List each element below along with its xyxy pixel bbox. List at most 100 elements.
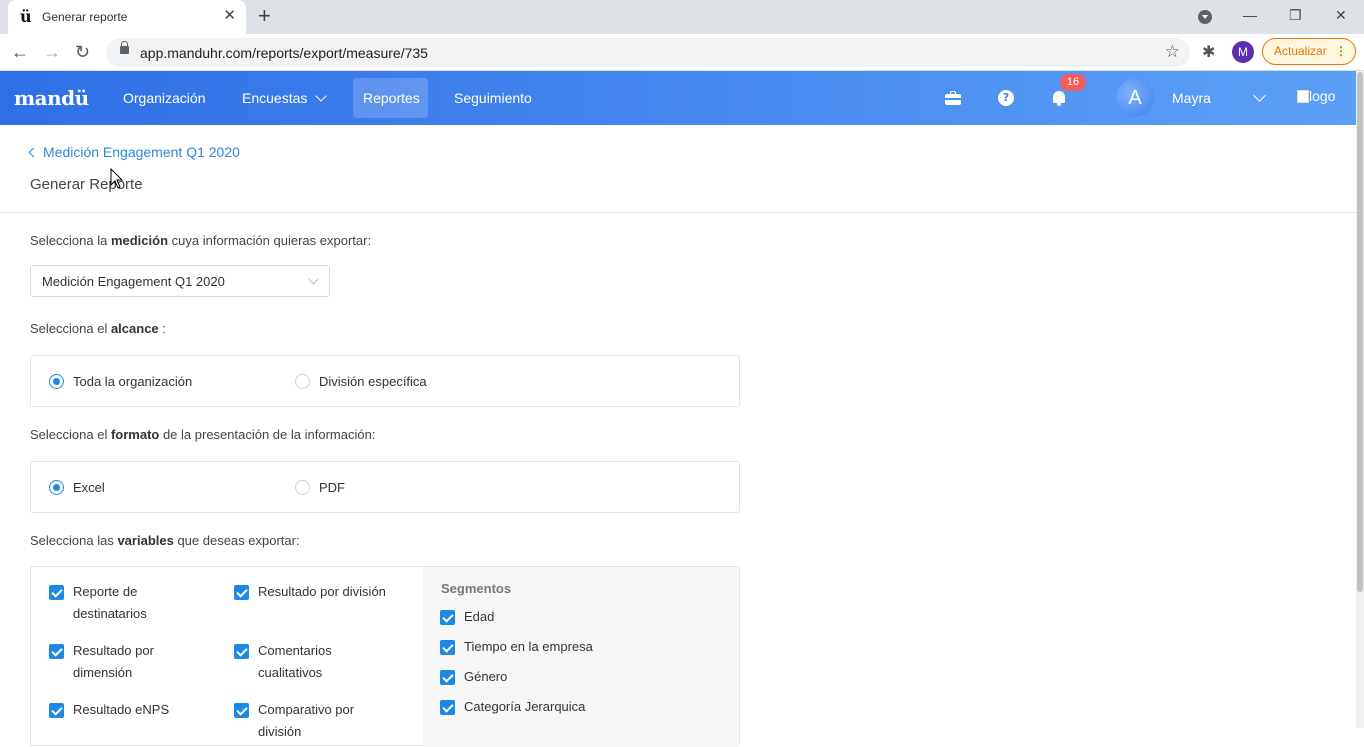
checkbox-checked-icon bbox=[234, 585, 249, 600]
more-icon: ⋮ bbox=[1335, 44, 1347, 58]
checkbox-label: Género bbox=[464, 669, 508, 684]
browser-tab-bar: ü Generar reporte ✕ + — ❐ ✕ bbox=[0, 0, 1364, 34]
variables-label: Selecciona las variables que deseas expo… bbox=[30, 533, 300, 548]
update-button-label: Actualizar bbox=[1274, 44, 1327, 58]
back-link[interactable]: Medición Engagement Q1 2020 bbox=[28, 144, 240, 160]
radio-label: División específica bbox=[319, 374, 427, 389]
checkbox-label: Reporte de destinatarios bbox=[73, 584, 147, 621]
nav-organizacion[interactable]: Organización bbox=[113, 78, 216, 118]
nav-encuestas[interactable]: Encuestas bbox=[232, 78, 335, 118]
browser-profile-avatar[interactable]: M bbox=[1232, 41, 1254, 63]
checkbox-checked-icon bbox=[49, 585, 64, 600]
label-text: : bbox=[158, 321, 166, 336]
checkbox-label: Categoría Jerarquica bbox=[464, 699, 586, 714]
nav-label: Organización bbox=[123, 90, 206, 106]
checkbox-checked-icon bbox=[49, 644, 64, 659]
brand-logo[interactable]: mandü bbox=[14, 86, 89, 110]
chevron-left-icon bbox=[28, 147, 39, 158]
url-field[interactable]: app.manduhr.com/reports/export/measure/7… bbox=[106, 38, 1190, 67]
nav-label: Reportes bbox=[363, 90, 420, 106]
format-options: Excel PDF bbox=[30, 461, 740, 513]
checkbox-label: Comparativo por división bbox=[258, 702, 355, 739]
radio-checked-icon bbox=[49, 374, 64, 389]
help-icon[interactable]: ? bbox=[998, 90, 1014, 106]
minimize-icon[interactable]: — bbox=[1243, 6, 1257, 24]
tab-search-icon[interactable] bbox=[1198, 10, 1212, 24]
checkbox-checked-icon bbox=[440, 670, 455, 685]
chevron-down-icon bbox=[308, 274, 319, 285]
bell-icon[interactable] bbox=[1051, 90, 1067, 106]
forward-arrow-icon[interactable]: → bbox=[43, 42, 61, 62]
radio-label: Excel bbox=[73, 480, 105, 495]
measure-select[interactable]: Medición Engagement Q1 2020 bbox=[30, 265, 330, 297]
radio-label: PDF bbox=[319, 480, 345, 495]
measure-label: Selecciona la medición cuya información … bbox=[30, 233, 371, 248]
nav-label: Encuestas bbox=[242, 90, 308, 106]
checkbox-checked-icon bbox=[440, 700, 455, 715]
segments-title: Segmentos bbox=[441, 581, 512, 596]
label-text: Selecciona la bbox=[30, 233, 111, 248]
nav-reportes[interactable]: Reportes bbox=[353, 78, 428, 118]
favicon-icon: ü bbox=[20, 7, 32, 26]
new-tab-icon[interactable]: + bbox=[258, 4, 271, 28]
company-logo: logo bbox=[1297, 88, 1335, 104]
back-link-label: Medición Engagement Q1 2020 bbox=[43, 144, 240, 160]
broken-image-icon bbox=[1297, 90, 1309, 103]
reload-icon[interactable]: ↻ bbox=[75, 42, 90, 62]
label-text: Selecciona el bbox=[30, 427, 111, 442]
checkbox-label: Resultado por división bbox=[258, 584, 386, 599]
browser-tab[interactable]: ü Generar reporte ✕ bbox=[8, 0, 246, 34]
variables-box: Reporte de destinatarios Resultado por d… bbox=[30, 566, 740, 747]
notification-badge: 16 bbox=[1060, 74, 1086, 91]
checkbox-checked-icon bbox=[440, 610, 455, 625]
checkbox-label: Comentarios cualitativos bbox=[258, 643, 332, 680]
avatar[interactable]: A bbox=[1116, 79, 1154, 117]
checkbox-label: Tiempo en la empresa bbox=[464, 639, 593, 654]
update-button[interactable]: Actualizar ⋮ bbox=[1262, 38, 1356, 65]
label-text: Selecciona las bbox=[30, 533, 118, 548]
divider bbox=[0, 212, 1356, 213]
radio-checked-icon bbox=[49, 480, 64, 495]
label-bold: alcance bbox=[110, 321, 159, 336]
restore-icon[interactable]: ❐ bbox=[1289, 6, 1302, 24]
address-bar: ← → ↻ app.manduhr.com/reports/export/mea… bbox=[0, 34, 1364, 71]
extensions-icon[interactable]: ✱ bbox=[1202, 42, 1215, 62]
scope-options: Toda la organización División específica bbox=[30, 355, 740, 407]
label-text: de la presentación de la información: bbox=[159, 427, 376, 442]
bookmark-star-icon[interactable]: ☆ bbox=[1165, 42, 1180, 62]
chevron-down-icon bbox=[315, 90, 328, 102]
window-close-icon[interactable]: ✕ bbox=[1335, 6, 1347, 24]
radio-unchecked-icon bbox=[295, 374, 310, 389]
label-bold: formato bbox=[110, 427, 160, 442]
radio-label: Toda la organización bbox=[73, 374, 193, 389]
label-text: que deseas exportar: bbox=[173, 533, 300, 548]
label-bold: variables bbox=[117, 533, 174, 548]
checkbox-label: Edad bbox=[464, 609, 495, 624]
label-text: cuya información quieras exportar: bbox=[168, 233, 372, 248]
page-title: Generar Reporte bbox=[30, 176, 143, 193]
checkbox-label: Resultado por dimensión bbox=[73, 643, 154, 680]
lock-icon bbox=[120, 41, 129, 54]
checkbox-label: Resultado eNPS bbox=[73, 702, 170, 717]
label-bold: medición bbox=[110, 233, 169, 248]
logo-alt-text: logo bbox=[1309, 88, 1336, 104]
scope-label: Selecciona el alcance : bbox=[30, 321, 166, 336]
nav-label: Seguimiento bbox=[454, 90, 532, 106]
nav-seguimiento[interactable]: Seguimiento bbox=[444, 78, 542, 118]
radio-unchecked-icon bbox=[295, 480, 310, 495]
tab-title: Generar reporte bbox=[42, 10, 128, 24]
segments-panel: Segmentos Edad Tiempo en la empresa Géne… bbox=[423, 567, 739, 747]
checkbox-checked-icon bbox=[440, 640, 455, 655]
scrollbar-thumb[interactable] bbox=[1357, 72, 1363, 592]
close-tab-icon[interactable]: ✕ bbox=[223, 7, 236, 25]
url-text: app.manduhr.com/reports/export/measure/7… bbox=[140, 45, 428, 61]
checkbox-checked-icon bbox=[234, 703, 249, 718]
checkbox-checked-icon bbox=[234, 644, 249, 659]
briefcase-icon[interactable] bbox=[945, 90, 961, 106]
user-name[interactable]: Mayra bbox=[1172, 90, 1211, 106]
measure-select-value: Medición Engagement Q1 2020 bbox=[42, 274, 225, 289]
format-label: Selecciona el formato de la presentación… bbox=[30, 427, 375, 442]
back-arrow-icon[interactable]: ← bbox=[11, 42, 29, 62]
checkbox-checked-icon bbox=[49, 703, 64, 718]
label-text: Selecciona el bbox=[30, 321, 111, 336]
